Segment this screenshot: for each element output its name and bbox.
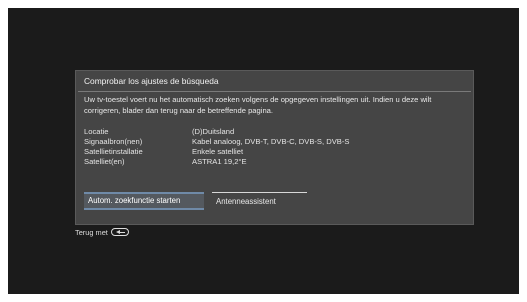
setting-value: Enkele satelliet	[192, 147, 244, 156]
antenna-assistant-button[interactable]: Antenneassistent	[212, 192, 307, 210]
setting-label: Satelliet(en)	[84, 157, 125, 166]
setting-value: (D)Duitsland	[192, 127, 235, 136]
title-divider	[78, 91, 471, 92]
setting-label: Signaalbron(nen)	[84, 137, 143, 146]
back-key-icon	[110, 228, 129, 236]
start-auto-search-button[interactable]: Autom. zoekfunctie starten	[84, 192, 204, 210]
footer-hint: Terug met	[75, 225, 129, 239]
settings-row-satellites: Satelliet(en) ASTRA1 19,2°E	[84, 157, 469, 167]
search-settings-dialog: Comprobar los ajustes de búsqueda Uw tv-…	[75, 70, 474, 225]
settings-row-signal-sources: Signaalbron(nen) Kabel analoog, DVB-T, D…	[84, 137, 469, 147]
setting-value: ASTRA1 19,2°E	[192, 157, 247, 166]
dialog-title: Comprobar los ajustes de búsqueda	[84, 76, 219, 86]
settings-summary: Locatie (D)Duitsland Signaalbron(nen) Ka…	[84, 127, 469, 167]
setting-label: Satellietinstallatie	[84, 147, 143, 156]
dialog-description: Uw tv-toestel voert nu het automatisch z…	[84, 95, 432, 115]
settings-row-satellite-installation: Satellietinstallatie Enkele satelliet	[84, 147, 469, 157]
tv-screen: Comprobar los ajustes de búsqueda Uw tv-…	[8, 8, 519, 294]
setting-label: Locatie	[84, 127, 109, 136]
settings-row-location: Locatie (D)Duitsland	[84, 127, 469, 137]
setting-value: Kabel analoog, DVB-T, DVB-C, DVB-S, DVB-…	[192, 137, 350, 146]
back-hint-text: Terug met	[75, 227, 108, 237]
